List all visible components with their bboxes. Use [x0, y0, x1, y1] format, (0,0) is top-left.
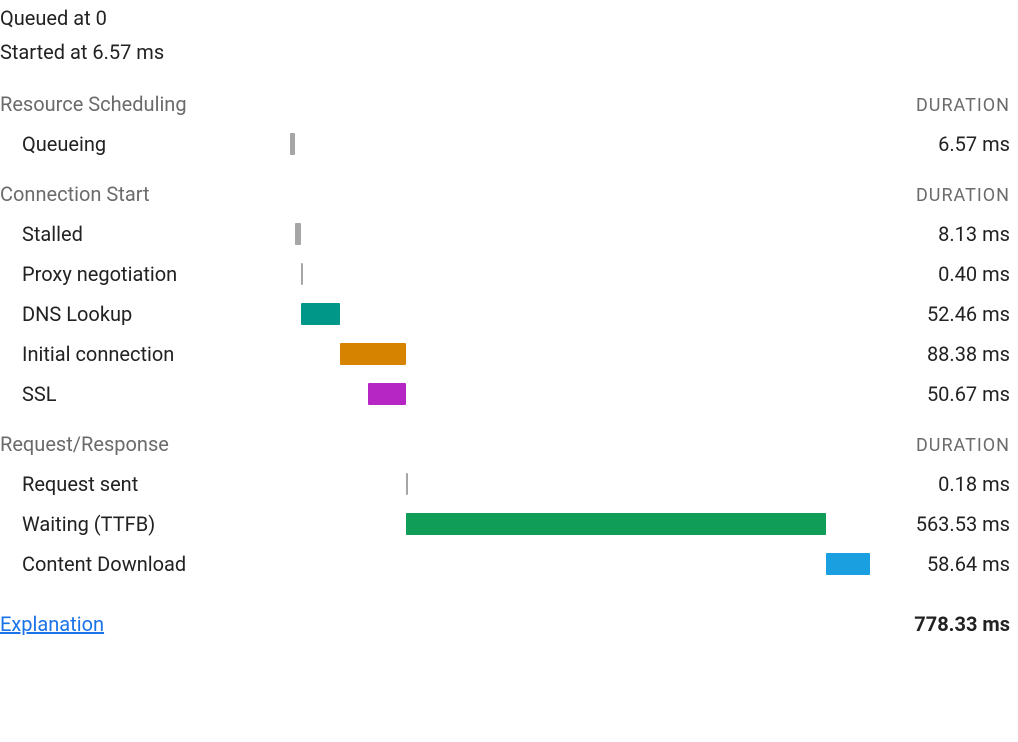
bar-area — [290, 133, 870, 155]
section-connection-start: Connection Start DURATION — [0, 182, 1018, 206]
footer-row: Explanation 778.33 ms — [0, 612, 1018, 636]
row-waiting-ttfb: Waiting (TTFB) 563.53 ms — [0, 504, 1018, 544]
row-duration: 58.64 ms — [870, 552, 1010, 576]
explanation-link[interactable]: Explanation — [0, 612, 104, 636]
total-duration: 778.33 ms — [914, 612, 1010, 636]
row-label: SSL — [22, 382, 290, 406]
section-resource-scheduling: Resource Scheduling DURATION — [0, 92, 1018, 116]
bar-ssl — [368, 383, 406, 405]
bar-area — [290, 473, 870, 495]
row-content-download: Content Download 58.64 ms — [0, 544, 1018, 584]
queued-at-line: Queued at 0 — [0, 6, 1018, 30]
bar-area — [290, 303, 870, 325]
row-label: Proxy negotiation — [22, 262, 290, 286]
bar-proxy-negotiation — [301, 263, 303, 285]
row-duration: 52.46 ms — [870, 302, 1010, 326]
bar-area — [290, 513, 870, 535]
row-label: Request sent — [22, 472, 290, 496]
bar-request-sent — [406, 473, 408, 495]
started-at-line: Started at 6.57 ms — [0, 40, 1018, 64]
row-label: Queueing — [22, 132, 290, 156]
duration-header: DURATION — [916, 95, 1010, 116]
row-duration: 88.38 ms — [870, 342, 1010, 366]
bar-stalled — [295, 223, 301, 245]
section-title: Resource Scheduling — [0, 92, 187, 116]
bar-area — [290, 223, 870, 245]
row-ssl: SSL 50.67 ms — [0, 374, 1018, 414]
bar-area — [290, 343, 870, 365]
section-title: Connection Start — [0, 182, 150, 206]
bar-initial-connection — [340, 343, 406, 365]
row-label: Content Download — [22, 552, 290, 576]
row-proxy-negotiation: Proxy negotiation 0.40 ms — [0, 254, 1018, 294]
row-label: Initial connection — [22, 342, 290, 366]
row-dns-lookup: DNS Lookup 52.46 ms — [0, 294, 1018, 334]
row-queueing: Queueing 6.57 ms — [0, 124, 1018, 164]
row-duration: 50.67 ms — [870, 382, 1010, 406]
section-title: Request/Response — [0, 432, 169, 456]
bar-content-download — [826, 553, 870, 575]
duration-header: DURATION — [916, 435, 1010, 456]
bar-waiting-ttfb — [406, 513, 826, 535]
row-duration: 6.57 ms — [870, 132, 1010, 156]
timing-summary: Queued at 0 Started at 6.57 ms — [0, 6, 1018, 64]
duration-header: DURATION — [916, 185, 1010, 206]
row-duration: 0.40 ms — [870, 262, 1010, 286]
timing-panel: Queued at 0 Started at 6.57 ms Resource … — [0, 0, 1018, 646]
row-label: DNS Lookup — [22, 302, 290, 326]
bar-area — [290, 383, 870, 405]
row-duration: 0.18 ms — [870, 472, 1010, 496]
section-request-response: Request/Response DURATION — [0, 432, 1018, 456]
row-label: Waiting (TTFB) — [22, 512, 290, 536]
bar-queueing — [290, 133, 295, 155]
row-label: Stalled — [22, 222, 290, 246]
bar-dns-lookup — [301, 303, 340, 325]
bar-area — [290, 553, 870, 575]
row-stalled: Stalled 8.13 ms — [0, 214, 1018, 254]
row-duration: 563.53 ms — [870, 512, 1010, 536]
row-initial-connection: Initial connection 88.38 ms — [0, 334, 1018, 374]
bar-area — [290, 263, 870, 285]
row-duration: 8.13 ms — [870, 222, 1010, 246]
row-request-sent: Request sent 0.18 ms — [0, 464, 1018, 504]
